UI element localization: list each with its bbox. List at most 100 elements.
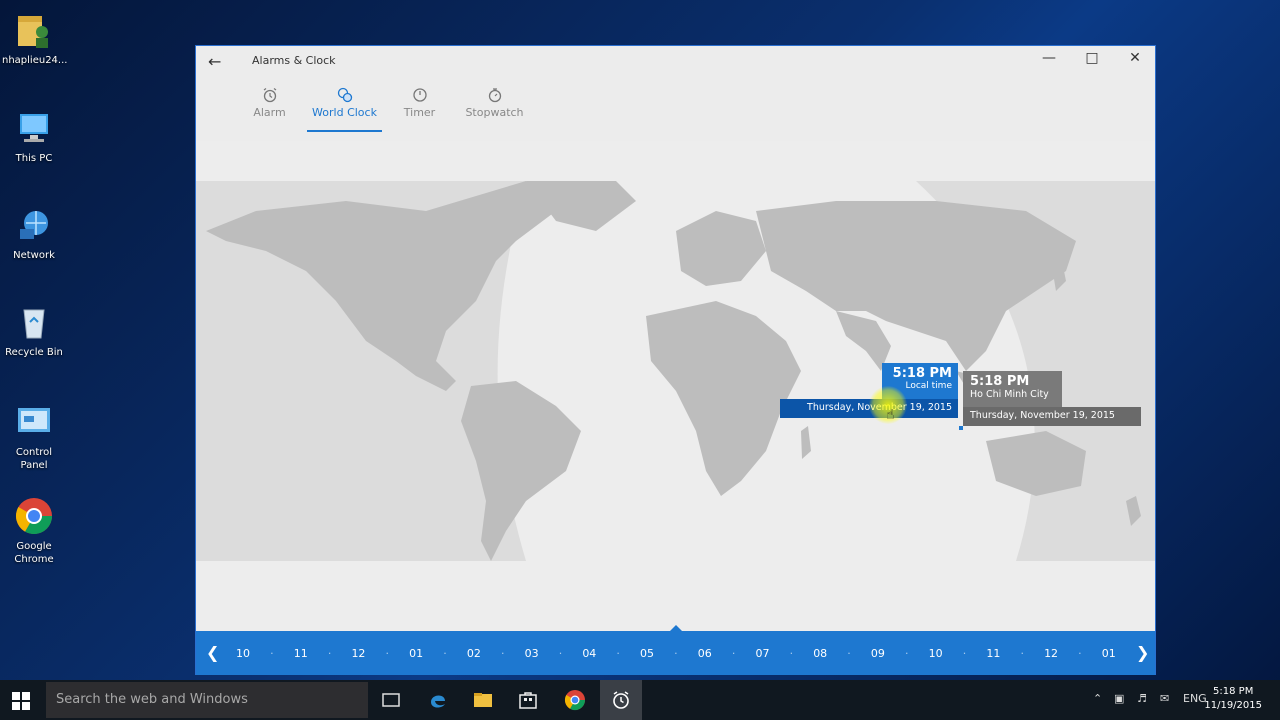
timeline-hour[interactable]: 06 [698,647,712,660]
city-name: Ho Chi Minh City [970,389,1049,400]
timeline-prev-icon[interactable]: ❮ [206,643,219,662]
desktop-icon-control-panel[interactable]: Control Panel [2,402,66,472]
timeline-hour[interactable]: 03 [525,647,539,660]
timeline-hour[interactable]: 04 [582,647,596,660]
tab-world-clock[interactable]: World Clock [307,84,382,132]
desktop-icon-label: Recycle Bin [5,347,63,358]
alarm-icon [232,84,307,106]
timeline-hour[interactable]: 01 [409,647,423,660]
timeline-hour[interactable]: 12 [351,647,365,660]
desktop-icon-this-pc[interactable]: This PC [2,108,66,165]
show-hidden-icons-chevron-icon[interactable]: ⌃ [1093,692,1102,705]
tab-timer[interactable]: Timer [382,84,457,132]
timeline-hour[interactable]: 10 [236,647,250,660]
timeline-dot: · [847,647,851,660]
close-button[interactable]: ✕ [1120,50,1150,66]
tab-bar: Alarm World Clock Timer Stopwatch [232,84,532,132]
task-view-icon[interactable] [380,689,402,711]
desktop-icon-label: Network [13,250,55,261]
timeline-dot: · [674,647,678,660]
timeline-hour[interactable]: 10 [929,647,943,660]
timeline-hour[interactable]: 09 [871,647,885,660]
timeline-dot: · [616,647,620,660]
timeline-dot: · [385,647,390,660]
timeline-hour[interactable]: 12 [1044,647,1058,660]
timeline-hour[interactable]: 11 [986,647,1000,660]
tab-stopwatch[interactable]: Stopwatch [457,84,532,132]
network-tray-icon[interactable]: ▣ [1114,692,1124,705]
timeline-hour[interactable]: 11 [294,647,308,660]
timeline-dot: · [789,647,794,660]
timeline-hours: 10 · 11 · 12 · 01 · 02 · 03 · 04 · 05 · 06 · 07 · 08 · 09 · 10 · 1… [236,647,1116,660]
city-location-pin[interactable] [959,426,963,430]
taskbar: Search the web and Windows ⌃ ▣ ♬ ✉ ENG 5… [0,680,1280,720]
desktop-icon-recycle-bin[interactable]: Recycle Bin [2,302,66,359]
timeline-dot: · [327,647,332,660]
desktop-icon-label: Control Panel [15,447,53,471]
city-date: Thursday, November 19, 2015 [963,407,1141,426]
mouse-cursor-icon: ☝ [886,407,895,423]
control-panel-icon [14,402,54,442]
folder-user-icon [14,10,54,50]
timeline-dot: · [443,647,447,660]
tab-label: World Clock [312,106,377,119]
volume-icon[interactable]: ♬ [1137,692,1147,705]
timeline-dot: · [500,647,505,660]
windows-start-icon[interactable] [12,692,30,710]
tab-alarm[interactable]: Alarm [232,84,307,132]
timeline-dot: · [1020,647,1024,660]
world-map[interactable]: 5:18 PM Local time Thursday, November 19… [196,141,1155,631]
maximize-button[interactable]: □ [1077,50,1107,66]
continent-europe [676,211,766,286]
alarms-clock-taskbar-button[interactable] [600,680,642,720]
timeline-dot: · [270,647,274,660]
action-center-icon[interactable]: ✉ [1160,692,1169,705]
back-arrow-icon[interactable]: ← [208,52,221,71]
timer-icon [382,84,457,106]
alarms-clock-window: ← Alarms & Clock — □ ✕ Alarm World Clock… [195,45,1156,675]
minimize-button[interactable]: — [1034,50,1064,66]
search-placeholder: Search the web and Windows [56,692,248,707]
taskbar-clock[interactable]: 5:18 PM 11/19/2015 [1204,685,1262,713]
taskbar-time: 5:18 PM [1213,686,1254,697]
taskbar-search-box[interactable]: Search the web and Windows [46,682,368,718]
recycle-bin-icon [14,302,54,342]
chrome-icon [14,496,54,536]
title-bar: ← Alarms & Clock — □ ✕ [196,46,1155,76]
city-time: 5:18 PM [970,374,1030,389]
time-scrubber[interactable]: ❮ 10 · 11 · 12 · 01 · 02 · 03 · 04 · 05 · 06 · 07 · 08 · 09 · 10… [196,625,1155,675]
store-icon[interactable] [517,689,539,711]
continent-africa [646,301,801,496]
desktop-icon-label: nhaplieu24... [2,55,68,66]
timeline-dot: · [558,647,563,660]
local-time: 5:18 PM [892,366,952,381]
desktop-icon-label: Google Chrome [14,541,54,565]
timeline-hour[interactable]: 08 [813,647,827,660]
desktop-icon-user-folder[interactable]: nhaplieu24... [2,10,68,67]
language-indicator[interactable]: ENG [1183,692,1207,705]
timeline-hour[interactable]: 05 [640,647,654,660]
desktop-icon-network[interactable]: Network [2,205,66,262]
chrome-taskbar-icon[interactable] [564,689,586,711]
network-globe-icon [14,205,54,245]
timeline-hour[interactable]: 01 [1102,647,1116,660]
city-time-card[interactable]: 5:18 PM Ho Chi Minh City [963,371,1062,407]
timeline-dot: · [1078,647,1082,660]
region-india [836,311,891,371]
tab-label: Timer [403,106,436,119]
timeline-hour[interactable]: 02 [467,647,481,660]
window-title: Alarms & Clock [252,54,336,67]
timeline-next-icon[interactable]: ❯ [1136,643,1149,662]
tab-label: Stopwatch [465,106,524,119]
file-explorer-icon[interactable] [472,689,494,711]
current-time-marker [670,625,682,631]
edge-icon[interactable] [427,689,449,711]
desktop-icon-google-chrome[interactable]: Google Chrome [2,496,66,566]
timeline-dot: · [905,647,909,660]
stopwatch-icon [457,84,532,106]
alarm-clock-icon [613,691,629,709]
timeline-dot: · [962,647,967,660]
timeline-hour[interactable]: 07 [755,647,769,660]
computer-icon [14,108,54,148]
desktop-icon-label: This PC [15,153,53,164]
